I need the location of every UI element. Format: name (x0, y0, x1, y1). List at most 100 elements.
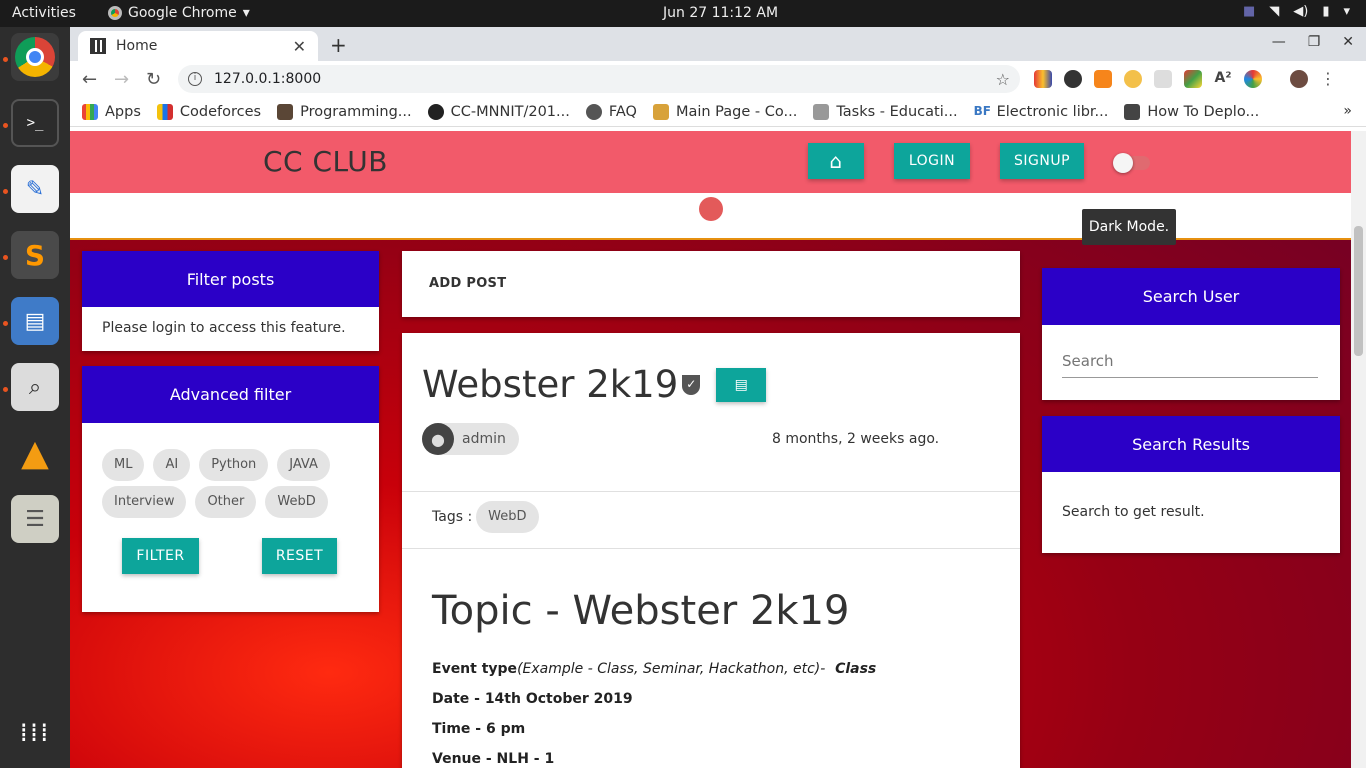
close-tab-icon[interactable]: ✕ (293, 37, 306, 56)
more-bookmarks-icon[interactable]: » (1343, 103, 1352, 119)
show-applications-button[interactable]: ⁞⁞⁞ (11, 709, 59, 757)
cookie-icon[interactable] (1124, 70, 1142, 88)
bookmark-tasks[interactable]: Tasks - Educati... (813, 103, 958, 120)
clipboard-button[interactable]: ▤ (716, 367, 767, 402)
tag-chip-ml[interactable]: ML (102, 449, 145, 481)
tag-chip-ai[interactable]: AI (153, 449, 191, 481)
running-indicator (3, 321, 8, 326)
bookmark-codeforces[interactable]: Codeforces (156, 103, 261, 120)
tag-chip-interview[interactable]: Interview (102, 486, 187, 518)
add-post-card: ADD POST (402, 251, 1020, 317)
signup-button[interactable]: SIGNUP (1000, 143, 1084, 179)
extension-icon[interactable] (1034, 70, 1052, 88)
bookmark-electronic-library[interactable]: BF Electronic libr... (973, 103, 1108, 120)
activities-button[interactable]: Activities (12, 5, 76, 21)
tab-title: Home (116, 38, 158, 54)
close-window-button[interactable]: ✕ (1342, 34, 1354, 50)
incognito-extension-icon[interactable] (1064, 70, 1082, 88)
bookmark-github[interactable]: CC-MNNIT/201... (427, 103, 570, 120)
window-controls: — ❐ ✕ (1272, 34, 1354, 50)
chrome-icon (108, 6, 122, 20)
advanced-filter-card: Advanced filter ML AI Python JAVA Interv… (82, 366, 379, 612)
clock[interactable]: Jun 27 11:12 AM (663, 5, 778, 21)
post-header: Webster 2k19 ✓ ▤ (422, 363, 767, 406)
author-chip[interactable]: ● admin (422, 423, 519, 455)
tag-chip-other[interactable]: Other (195, 486, 257, 518)
bookmark-apps[interactable]: Apps (82, 103, 141, 120)
login-button[interactable]: LOGIN (894, 143, 970, 179)
terminal-launcher[interactable]: >_ (11, 99, 59, 147)
filter-posts-title: Filter posts (82, 251, 379, 307)
volume-icon: ◀) (1293, 4, 1309, 19)
globe-icon[interactable] (699, 197, 723, 221)
system-tray[interactable]: ■ ◥ ◀) ▮ ▾ (1243, 4, 1350, 19)
minimize-button[interactable]: — (1272, 34, 1286, 50)
extension-icon[interactable] (1154, 70, 1172, 88)
search-app-launcher[interactable]: ⌕ (11, 363, 59, 411)
divider (402, 491, 1020, 492)
tab-home[interactable]: Home ✕ (78, 31, 318, 61)
grid-icon: ⁞⁞⁞ (19, 718, 51, 748)
info-icon[interactable]: i (188, 72, 202, 86)
search-user-input[interactable] (1062, 344, 1318, 378)
new-tab-button[interactable]: + (330, 33, 347, 57)
tag-chip-java[interactable]: JAVA (277, 449, 330, 481)
bookmark-main-page[interactable]: Main Page - Co... (652, 103, 797, 120)
tag-chip-row: ML AI Python JAVA (102, 449, 330, 481)
owl-icon (813, 103, 830, 120)
teams-icon[interactable]: ■ (1243, 4, 1255, 19)
search-results-message: Search to get result. (1062, 504, 1205, 520)
sublime-launcher[interactable]: S (11, 231, 59, 279)
home-button[interactable]: ⌂ (808, 143, 864, 179)
post-card: Webster 2k19 ✓ ▤ ● admin 8 months, 2 wee… (402, 333, 1020, 768)
forward-button[interactable]: → (114, 69, 129, 90)
app-menu[interactable]: Google Chrome ▾ (108, 5, 250, 21)
bookmarks-bar: Apps Codeforces Programming... CC-MNNIT/… (70, 97, 1366, 127)
vlc-launcher[interactable]: ▲ (11, 429, 59, 477)
search-user-card: Search User (1042, 268, 1340, 400)
color-extension-icon[interactable] (1244, 70, 1262, 88)
bookmark-star-icon[interactable]: ☆ (996, 70, 1010, 89)
tag-chip-webd[interactable]: WebD (265, 486, 328, 518)
magnifier-icon: ⌕ (28, 374, 42, 400)
filter-button[interactable]: FILTER (122, 538, 199, 574)
drawer-icon: ☰ (25, 506, 45, 532)
bookmark-programming[interactable]: Programming... (277, 103, 412, 120)
tab-strip: Home ✕ + — ❐ ✕ (70, 27, 1366, 61)
post-title[interactable]: Webster 2k19 (422, 363, 678, 406)
scrollbar-thumb[interactable] (1354, 226, 1363, 356)
bookmark-faq[interactable]: FAQ (585, 103, 637, 120)
page-scrollbar[interactable] (1351, 131, 1366, 768)
apps-grid-icon (82, 103, 98, 120)
vlc-cone-icon: ▲ (21, 432, 49, 474)
files-launcher[interactable]: ▤ (11, 297, 59, 345)
venue-line: Venue - NLH - 1 (432, 751, 555, 767)
add-post-link[interactable]: ADD POST (429, 276, 506, 291)
chrome-icon (15, 37, 55, 77)
font-extension-icon[interactable]: A² (1214, 70, 1232, 88)
chrome-window: Home ✕ + — ❐ ✕ ← → ↻ i 127.0.0.1:8000 ☆ … (70, 27, 1366, 768)
dark-mode-toggle[interactable] (1113, 153, 1150, 173)
favicon-icon (90, 38, 106, 54)
dock: >_ ✎ S ▤ ⌕ ▲ ☰ ⁞⁞⁞ (0, 27, 70, 768)
text-editor-launcher[interactable]: ✎ (11, 165, 59, 213)
tag-chip-webd[interactable]: WebD (476, 501, 539, 533)
drawer-launcher[interactable]: ☰ (11, 495, 59, 543)
site-navbar: CC CLUB ⌂ LOGIN SIGNUP (70, 131, 1351, 193)
profile-avatar[interactable] (1290, 70, 1308, 88)
menu-icon[interactable]: ⋮ (1320, 70, 1336, 88)
reset-button[interactable]: RESET (262, 538, 337, 574)
cc-icon (277, 103, 294, 120)
reload-button[interactable]: ↻ (146, 69, 161, 90)
tag-chip-python[interactable]: Python (199, 449, 269, 481)
address-bar[interactable]: i 127.0.0.1:8000 ☆ (178, 65, 1020, 93)
restore-button[interactable]: ❐ (1308, 34, 1321, 50)
chrome-launcher[interactable] (11, 33, 59, 81)
site-brand[interactable]: CC CLUB (263, 145, 388, 178)
back-button[interactable]: ← (82, 69, 97, 90)
extension-icon[interactable] (1184, 70, 1202, 88)
metamask-icon[interactable] (1094, 70, 1112, 88)
github-icon (427, 103, 444, 120)
bookmark-how-to-deploy[interactable]: How To Deplo... (1124, 103, 1259, 120)
chevron-down-icon: ▾ (1343, 4, 1350, 19)
